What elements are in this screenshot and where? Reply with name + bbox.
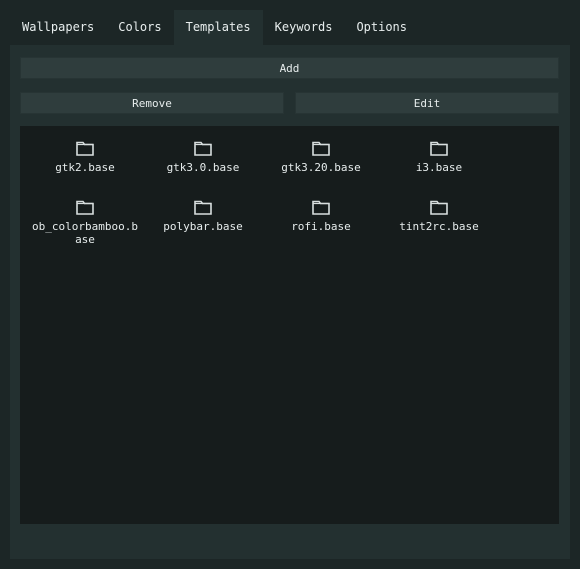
template-file-view[interactable]: gtk2.base gtk3.0.base gtk3.20.base i3.ba… <box>20 126 559 524</box>
remove-button[interactable]: Remove <box>20 92 284 114</box>
tab-options[interactable]: Options <box>344 10 419 45</box>
folder-icon <box>194 141 212 156</box>
folder-icon <box>76 200 94 215</box>
template-item[interactable]: gtk3.0.base <box>144 140 262 199</box>
template-item-label: gtk3.0.base <box>166 161 240 174</box>
folder-icon <box>312 141 330 156</box>
folder-icon <box>76 141 94 156</box>
edit-button[interactable]: Edit <box>295 92 559 114</box>
template-item[interactable]: tint2rc.base <box>380 199 498 258</box>
folder-icon <box>194 200 212 215</box>
template-item[interactable]: polybar.base <box>144 199 262 258</box>
template-item[interactable]: gtk2.base <box>26 140 144 199</box>
template-item-label: tint2rc.base <box>399 220 479 233</box>
templates-panel: Add Remove Edit gtk2.base gtk3.0.base gt… <box>10 45 570 559</box>
tab-templates[interactable]: Templates <box>173 10 263 45</box>
template-item-label: polybar.base <box>163 220 243 233</box>
template-item[interactable]: ob_colorbamboo.base <box>26 199 144 258</box>
template-item-label: rofi.base <box>291 220 351 233</box>
template-item-label: gtk2.base <box>55 161 115 174</box>
template-item[interactable]: i3.base <box>380 140 498 199</box>
folder-icon <box>312 200 330 215</box>
tab-colors[interactable]: Colors <box>106 10 173 45</box>
add-button[interactable]: Add <box>20 57 559 79</box>
tab-wallpapers[interactable]: Wallpapers <box>10 10 106 45</box>
tab-bar: Wallpapers Colors Templates Keywords Opt… <box>10 10 419 45</box>
template-item[interactable]: gtk3.20.base <box>262 140 380 199</box>
tab-keywords[interactable]: Keywords <box>263 10 345 45</box>
template-item-label: ob_colorbamboo.base <box>32 220 138 246</box>
folder-icon <box>430 200 448 215</box>
template-item-label: gtk3.20.base <box>281 161 361 174</box>
folder-icon <box>430 141 448 156</box>
template-item-label: i3.base <box>415 161 463 174</box>
template-grid: gtk2.base gtk3.0.base gtk3.20.base i3.ba… <box>26 140 498 258</box>
template-item[interactable]: rofi.base <box>262 199 380 258</box>
